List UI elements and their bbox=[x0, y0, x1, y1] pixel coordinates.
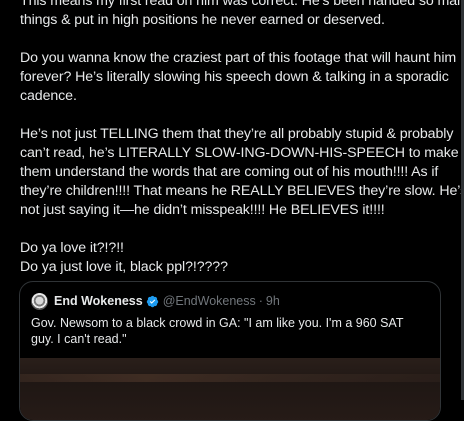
post-line: cadence. bbox=[20, 88, 77, 104]
post-line: things & put in high positions he never … bbox=[20, 12, 385, 28]
post-line: Do ya love it?!?!! bbox=[20, 240, 124, 256]
post-line: This means my first read on him was corr… bbox=[20, 0, 464, 9]
verified-badge-icon bbox=[146, 295, 158, 307]
quoted-author-name[interactable]: End Wokeness bbox=[54, 294, 143, 308]
avatar[interactable] bbox=[31, 292, 48, 310]
quoted-post-time[interactable]: 9h bbox=[266, 294, 280, 308]
post-line: them understand the words that are comin… bbox=[20, 164, 439, 180]
quoted-post-card[interactable]: End Wokeness @EndWokeness · 9h Gov. News… bbox=[19, 281, 441, 421]
post-line: Do ya just love it, black ppl?!???? bbox=[20, 259, 228, 275]
post-line: He’s not just TELLING them that they’re … bbox=[20, 126, 454, 142]
quoted-post-text: Gov. Newsom to a black crowd in GA: "I a… bbox=[31, 316, 404, 346]
post-paragraph: Do ya love it?!?!! Do ya just love it, b… bbox=[20, 239, 460, 277]
post-line: can’t read, he’s LITERALLY SLOW-ING-DOWN… bbox=[20, 145, 459, 161]
post-line: not just saying it—he didn’t misspeak!!!… bbox=[20, 202, 385, 218]
post-line: they’re children!!!! That means he REALL… bbox=[20, 183, 464, 199]
quoted-author-handle[interactable]: @EndWokeness bbox=[163, 294, 256, 308]
post-line: forever? He’s literally slowing his spee… bbox=[20, 69, 449, 85]
post-paragraph: This means my first read on him was corr… bbox=[20, 0, 464, 30]
video-frame-detail bbox=[20, 374, 440, 382]
post-paragraph: Do you wanna know the craziest part of t… bbox=[20, 49, 460, 106]
quoted-post-header: End Wokeness @EndWokeness · 9h bbox=[31, 291, 280, 311]
quoted-post-video-thumbnail[interactable] bbox=[20, 358, 440, 420]
separator-dot: · bbox=[258, 294, 263, 308]
post-line: Do you wanna know the craziest part of t… bbox=[20, 50, 457, 66]
post-paragraph: He’s not just TELLING them that they’re … bbox=[20, 125, 464, 220]
post-body: This means my first read on him was corr… bbox=[20, 0, 464, 277]
